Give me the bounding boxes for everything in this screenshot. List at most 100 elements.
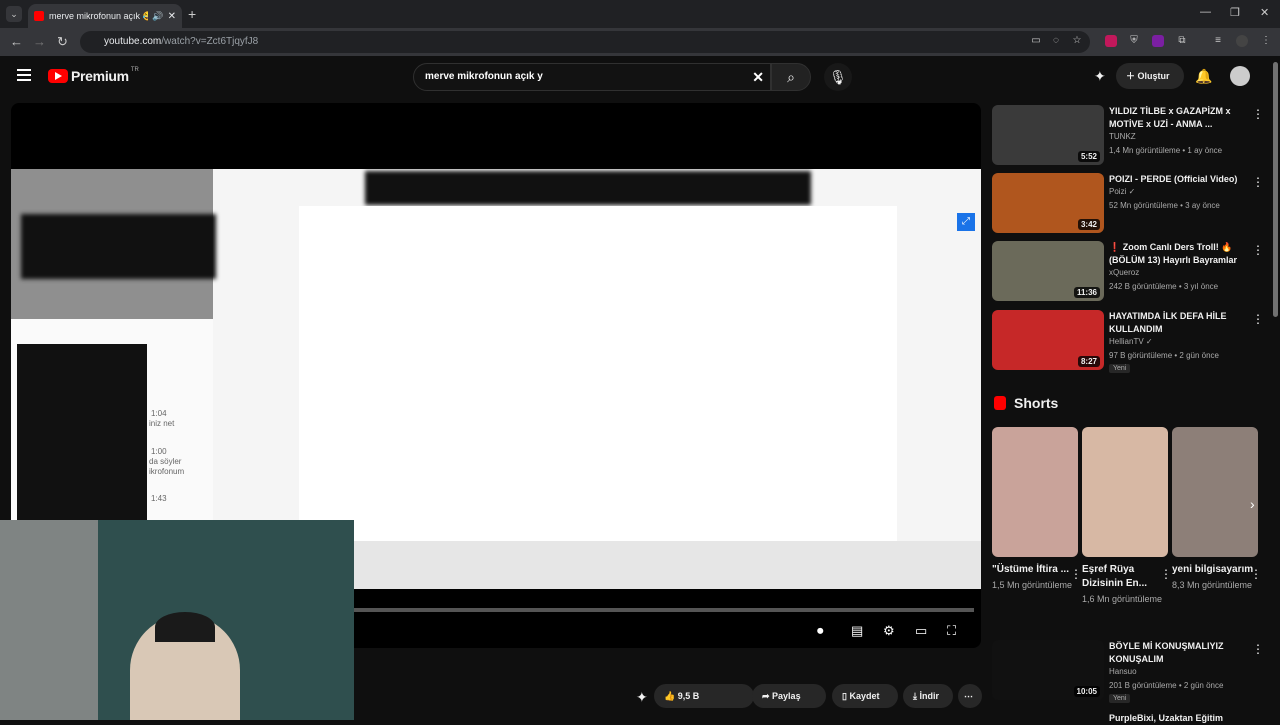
hamburger-menu-icon[interactable]	[17, 69, 31, 81]
short-title[interactable]: Eşref Rüya Dizisinin En...	[1082, 563, 1168, 591]
recommended-video[interactable]: 8:27 HAYATIMDA İLK DEFA HİLE KULLANDIM H…	[992, 310, 1272, 373]
recommended-video[interactable]: 3:42 POIZI - PERDE (Official Video) Poiz…	[992, 173, 1272, 233]
create-button[interactable]: ＋ Oluştur	[1116, 63, 1184, 89]
video-thumbnail[interactable]: 3:42	[992, 173, 1104, 233]
more-options-icon[interactable]: ⋮	[1252, 175, 1264, 189]
video-title[interactable]: ❗ Zoom Canlı Ders Troll! 🔥 (BÖLÜM 13) Ha…	[1109, 241, 1249, 267]
subtitles-icon[interactable]: ▤	[851, 623, 863, 639]
autoplay-toggle[interactable]: ⏺	[817, 623, 824, 639]
extension-icon[interactable]	[1105, 35, 1117, 47]
search-value: merve mikrofonun açık y	[425, 71, 543, 82]
video-title[interactable]: POIZI - PERDE (Official Video)	[1109, 173, 1249, 186]
short-thumbnail[interactable]	[992, 427, 1078, 557]
recommended-video[interactable]: 10:05 BÖYLE Mİ KONUŞMALIYIZ KONUŞALIM Ha…	[992, 640, 1272, 703]
recommended-video[interactable]: 11:36 ❗ Zoom Canlı Ders Troll! 🔥 (BÖLÜM …	[992, 241, 1272, 301]
browser-tab[interactable]: merve mikrofonun açık 😂 🔊 ✕	[28, 4, 182, 28]
close-tab-icon[interactable]: ✕	[168, 11, 176, 22]
new-badge: Yeni	[1109, 694, 1131, 703]
channel-name[interactable]: xQueroz	[1109, 268, 1139, 277]
short-item[interactable]: "Üstüme İftira ... 1,5 Mn görüntüleme ⋮	[992, 427, 1082, 592]
cast-icon[interactable]: ▭	[1030, 35, 1042, 47]
more-options-icon[interactable]: ⋮	[1070, 567, 1082, 581]
scrollbar[interactable]	[1273, 62, 1278, 317]
settings-gear-icon[interactable]: ⚙	[883, 623, 895, 639]
video-title[interactable]: YILDIZ TİLBE x GAZAPİZM x MOTİVE x UZİ -…	[1109, 105, 1249, 131]
theater-mode-icon[interactable]: ▭	[915, 623, 927, 639]
duration: 10:05	[1073, 686, 1100, 697]
minimize-icon[interactable]: —	[1200, 6, 1211, 18]
chat-line: iniz net	[149, 419, 175, 428]
short-item[interactable]: Eşref Rüya Dizisinin En... 1,6 Mn görünt…	[1082, 427, 1172, 606]
video-thumbnail[interactable]: 11:36	[992, 241, 1104, 301]
reload-icon[interactable]: ↻	[57, 34, 68, 50]
logo-text: Premium	[71, 68, 129, 84]
fullscreen-icon[interactable]: ⛶	[947, 623, 956, 639]
premium-badge-icon[interactable]: ✦	[1094, 68, 1106, 85]
hair	[155, 612, 215, 642]
more-actions-icon[interactable]: ⋯	[958, 684, 982, 708]
extension-icon[interactable]	[1152, 35, 1164, 47]
youtube-logo[interactable]: Premium TR	[48, 67, 139, 84]
short-thumbnail[interactable]	[1172, 427, 1258, 557]
censor-block	[21, 214, 216, 279]
video-thumbnail[interactable]: 8:27	[992, 310, 1104, 370]
voice-search-mic-icon[interactable]: 🎙	[824, 63, 852, 91]
new-badge: Yeni	[1109, 364, 1131, 373]
premium-sparkle-icon[interactable]: ✦	[636, 689, 648, 706]
forward-icon[interactable]: →	[33, 34, 46, 49]
video-title[interactable]: PurpleBixi, Uzaktan Eğitim	[1109, 712, 1249, 725]
back-icon[interactable]: ←	[10, 34, 23, 49]
notifications-bell-icon[interactable]: 🔔	[1195, 68, 1212, 85]
create-label: Oluştur	[1137, 71, 1170, 81]
new-tab-icon[interactable]: +	[188, 6, 196, 22]
chat-line: 1:04	[151, 409, 167, 418]
channel-name[interactable]: Hansuo	[1109, 667, 1137, 676]
shorts-next-arrow-icon[interactable]: ›	[1250, 496, 1255, 512]
video-title[interactable]: BÖYLE Mİ KONUŞMALIYIZ KONUŞALIM	[1109, 640, 1249, 666]
recommended-video[interactable]: 5:52 YILDIZ TİLBE x GAZAPİZM x MOTİVE x …	[992, 105, 1272, 165]
short-title[interactable]: "Üstüme İftira ...	[992, 563, 1078, 577]
video-thumbnail[interactable]: 5:52	[992, 105, 1104, 165]
channel-name[interactable]: Poizi ✓	[1109, 187, 1135, 196]
more-options-icon[interactable]: ⋮	[1160, 567, 1172, 581]
eye-off-icon[interactable]: ◌	[1050, 35, 1062, 47]
video-thumbnail[interactable]: 10:05	[992, 640, 1104, 700]
more-options-icon[interactable]: ⋮	[1252, 312, 1264, 326]
url-field[interactable]: youtube.com/watch?v=Zct6TjqyfJ8	[80, 31, 1090, 53]
chat-line: 1:00	[151, 447, 167, 456]
download-button[interactable]: ⤓ İndir	[903, 684, 953, 708]
channel-name[interactable]: TUNKZ	[1109, 132, 1136, 141]
profile-icon[interactable]	[1236, 35, 1248, 47]
close-window-icon[interactable]: ✕	[1260, 6, 1269, 19]
bookmark-star-icon[interactable]: ☆	[1071, 35, 1083, 47]
short-title[interactable]: yeni bilgisayarım	[1172, 563, 1258, 577]
tab-search-icon[interactable]: ⌄	[6, 6, 22, 22]
more-options-icon[interactable]: ⋮	[1250, 567, 1262, 581]
short-thumbnail[interactable]	[1082, 427, 1168, 557]
avatar[interactable]	[1230, 66, 1250, 86]
save-button[interactable]: ▯ Kaydet	[832, 684, 898, 708]
more-options-icon[interactable]: ⋮	[1252, 243, 1264, 257]
like-button[interactable]: 👍 9,5 B	[654, 684, 754, 708]
search-button[interactable]: ⌕	[771, 63, 811, 91]
youtube-header: Premium TR merve mikrofonun açık y ✕ ⌕ 🎙…	[0, 56, 1280, 98]
menu-dots-icon[interactable]: ⋮	[1260, 35, 1272, 47]
video-meta: 1,4 Mn görüntüleme • 1 ay önce	[1109, 146, 1223, 155]
clear-search-icon[interactable]: ✕	[752, 64, 764, 90]
shield-icon[interactable]: ⛨	[1128, 35, 1140, 47]
short-item[interactable]: yeni bilgisayarım 8,3 Mn görüntüleme ⋮	[1172, 427, 1262, 592]
share-button[interactable]: ➦ Paylaş	[752, 684, 826, 708]
more-options-icon[interactable]: ⋮	[1252, 642, 1264, 656]
region-code: TR	[130, 67, 139, 73]
more-options-icon[interactable]: ⋮	[1252, 107, 1264, 121]
video-title[interactable]: HAYATIMDA İLK DEFA HİLE KULLANDIM	[1109, 310, 1249, 336]
duration: 3:42	[1077, 219, 1100, 230]
reading-list-icon[interactable]: ≡	[1212, 35, 1224, 47]
search-input[interactable]: merve mikrofonun açık y ✕	[413, 63, 771, 91]
speaker-icon[interactable]: 🔊	[152, 11, 163, 22]
maximize-icon[interactable]: ❐	[1230, 6, 1240, 19]
save-label: Kaydet	[849, 691, 880, 701]
download-label: İndir	[919, 691, 939, 701]
channel-name[interactable]: HellianTV ✓	[1109, 337, 1153, 346]
puzzle-icon[interactable]: ⧉	[1176, 35, 1188, 47]
